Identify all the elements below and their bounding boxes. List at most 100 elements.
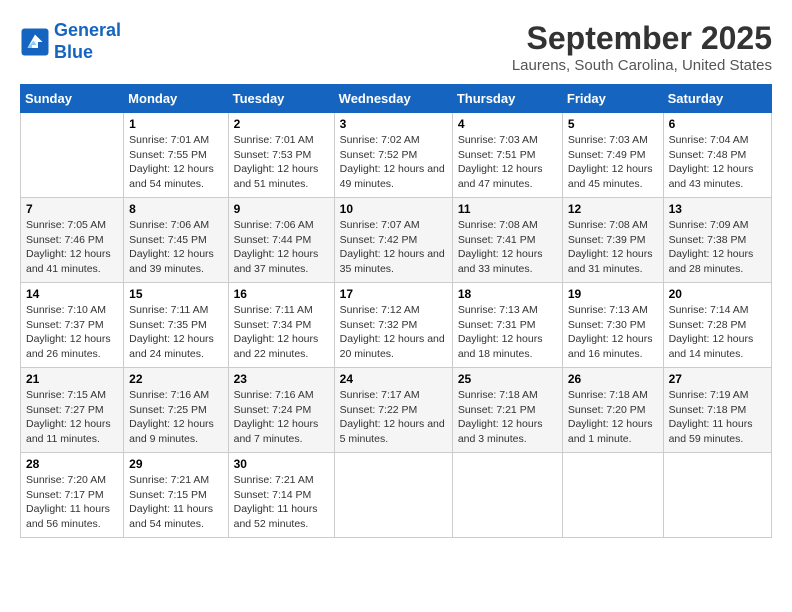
day-number: 3 xyxy=(340,117,447,131)
day-info: Sunrise: 7:11 AM Sunset: 7:34 PM Dayligh… xyxy=(234,303,329,362)
daylight-text: Daylight: 12 hours and 47 minutes. xyxy=(458,163,543,190)
month-title: September 2025 xyxy=(512,20,772,57)
sunrise-text: Sunrise: 7:21 AM xyxy=(234,474,314,486)
day-number: 9 xyxy=(234,202,329,216)
sunrise-text: Sunrise: 7:07 AM xyxy=(340,219,420,231)
sunset-text: Sunset: 7:20 PM xyxy=(568,404,646,416)
day-number: 12 xyxy=(568,202,658,216)
day-info: Sunrise: 7:06 AM Sunset: 7:44 PM Dayligh… xyxy=(234,218,329,277)
calendar-cell: 6 Sunrise: 7:04 AM Sunset: 7:48 PM Dayli… xyxy=(663,113,771,198)
day-info: Sunrise: 7:03 AM Sunset: 7:49 PM Dayligh… xyxy=(568,133,658,192)
day-info: Sunrise: 7:11 AM Sunset: 7:35 PM Dayligh… xyxy=(129,303,222,362)
sunset-text: Sunset: 7:17 PM xyxy=(26,489,104,501)
sunrise-text: Sunrise: 7:11 AM xyxy=(234,304,313,316)
calendar-cell: 8 Sunrise: 7:06 AM Sunset: 7:45 PM Dayli… xyxy=(124,198,228,283)
calendar-cell: 15 Sunrise: 7:11 AM Sunset: 7:35 PM Dayl… xyxy=(124,283,228,368)
day-info: Sunrise: 7:03 AM Sunset: 7:51 PM Dayligh… xyxy=(458,133,557,192)
day-info: Sunrise: 7:09 AM Sunset: 7:38 PM Dayligh… xyxy=(669,218,766,277)
day-info: Sunrise: 7:18 AM Sunset: 7:21 PM Dayligh… xyxy=(458,388,557,447)
day-info: Sunrise: 7:12 AM Sunset: 7:32 PM Dayligh… xyxy=(340,303,447,362)
day-number: 25 xyxy=(458,372,557,386)
sunset-text: Sunset: 7:24 PM xyxy=(234,404,312,416)
day-info: Sunrise: 7:18 AM Sunset: 7:20 PM Dayligh… xyxy=(568,388,658,447)
logo: General Blue xyxy=(20,20,121,63)
location: Laurens, South Carolina, United States xyxy=(512,57,772,74)
sunrise-text: Sunrise: 7:01 AM xyxy=(129,134,209,146)
daylight-text: Daylight: 12 hours and 49 minutes. xyxy=(340,163,445,190)
sunrise-text: Sunrise: 7:11 AM xyxy=(129,304,208,316)
day-number: 27 xyxy=(669,372,766,386)
sunset-text: Sunset: 7:30 PM xyxy=(568,319,646,331)
day-info: Sunrise: 7:21 AM Sunset: 7:15 PM Dayligh… xyxy=(129,473,222,532)
logo-text: General Blue xyxy=(54,20,121,63)
sunset-text: Sunset: 7:25 PM xyxy=(129,404,207,416)
sunset-text: Sunset: 7:38 PM xyxy=(669,234,747,246)
day-number: 2 xyxy=(234,117,329,131)
day-info: Sunrise: 7:16 AM Sunset: 7:25 PM Dayligh… xyxy=(129,388,222,447)
sunrise-text: Sunrise: 7:13 AM xyxy=(458,304,538,316)
daylight-text: Daylight: 12 hours and 20 minutes. xyxy=(340,333,445,360)
daylight-text: Daylight: 12 hours and 54 minutes. xyxy=(129,163,214,190)
weekday-header-wednesday: Wednesday xyxy=(334,85,452,113)
calendar-cell: 23 Sunrise: 7:16 AM Sunset: 7:24 PM Dayl… xyxy=(228,368,334,453)
day-info: Sunrise: 7:10 AM Sunset: 7:37 PM Dayligh… xyxy=(26,303,118,362)
calendar-cell: 17 Sunrise: 7:12 AM Sunset: 7:32 PM Dayl… xyxy=(334,283,452,368)
day-number: 17 xyxy=(340,287,447,301)
logo-icon xyxy=(20,27,50,57)
calendar-cell: 22 Sunrise: 7:16 AM Sunset: 7:25 PM Dayl… xyxy=(124,368,228,453)
weekday-header-sunday: Sunday xyxy=(21,85,124,113)
daylight-text: Daylight: 12 hours and 9 minutes. xyxy=(129,418,214,445)
sunset-text: Sunset: 7:27 PM xyxy=(26,404,104,416)
calendar-week-row: 1 Sunrise: 7:01 AM Sunset: 7:55 PM Dayli… xyxy=(21,113,772,198)
sunrise-text: Sunrise: 7:16 AM xyxy=(234,389,314,401)
day-info: Sunrise: 7:07 AM Sunset: 7:42 PM Dayligh… xyxy=(340,218,447,277)
sunset-text: Sunset: 7:22 PM xyxy=(340,404,418,416)
day-number: 19 xyxy=(568,287,658,301)
calendar-cell: 30 Sunrise: 7:21 AM Sunset: 7:14 PM Dayl… xyxy=(228,453,334,538)
day-info: Sunrise: 7:01 AM Sunset: 7:55 PM Dayligh… xyxy=(129,133,222,192)
day-info: Sunrise: 7:21 AM Sunset: 7:14 PM Dayligh… xyxy=(234,473,329,532)
day-info: Sunrise: 7:17 AM Sunset: 7:22 PM Dayligh… xyxy=(340,388,447,447)
sunset-text: Sunset: 7:53 PM xyxy=(234,149,312,161)
sunset-text: Sunset: 7:45 PM xyxy=(129,234,207,246)
sunrise-text: Sunrise: 7:15 AM xyxy=(26,389,106,401)
day-info: Sunrise: 7:08 AM Sunset: 7:41 PM Dayligh… xyxy=(458,218,557,277)
day-info: Sunrise: 7:13 AM Sunset: 7:30 PM Dayligh… xyxy=(568,303,658,362)
sunrise-text: Sunrise: 7:14 AM xyxy=(669,304,749,316)
daylight-text: Daylight: 12 hours and 35 minutes. xyxy=(340,248,445,275)
day-number: 21 xyxy=(26,372,118,386)
sunrise-text: Sunrise: 7:02 AM xyxy=(340,134,420,146)
day-number: 22 xyxy=(129,372,222,386)
day-number: 13 xyxy=(669,202,766,216)
day-number: 10 xyxy=(340,202,447,216)
page-header: General Blue September 2025 Laurens, Sou… xyxy=(20,20,772,74)
day-info: Sunrise: 7:14 AM Sunset: 7:28 PM Dayligh… xyxy=(669,303,766,362)
calendar-cell: 11 Sunrise: 7:08 AM Sunset: 7:41 PM Dayl… xyxy=(452,198,562,283)
daylight-text: Daylight: 12 hours and 7 minutes. xyxy=(234,418,319,445)
daylight-text: Daylight: 12 hours and 39 minutes. xyxy=(129,248,214,275)
sunset-text: Sunset: 7:31 PM xyxy=(458,319,536,331)
day-number: 23 xyxy=(234,372,329,386)
day-info: Sunrise: 7:16 AM Sunset: 7:24 PM Dayligh… xyxy=(234,388,329,447)
weekday-header-thursday: Thursday xyxy=(452,85,562,113)
sunrise-text: Sunrise: 7:10 AM xyxy=(26,304,106,316)
sunset-text: Sunset: 7:34 PM xyxy=(234,319,312,331)
calendar-cell xyxy=(562,453,663,538)
day-info: Sunrise: 7:04 AM Sunset: 7:48 PM Dayligh… xyxy=(669,133,766,192)
day-info: Sunrise: 7:13 AM Sunset: 7:31 PM Dayligh… xyxy=(458,303,557,362)
sunrise-text: Sunrise: 7:12 AM xyxy=(340,304,420,316)
day-info: Sunrise: 7:01 AM Sunset: 7:53 PM Dayligh… xyxy=(234,133,329,192)
sunset-text: Sunset: 7:35 PM xyxy=(129,319,207,331)
sunrise-text: Sunrise: 7:05 AM xyxy=(26,219,106,231)
day-number: 29 xyxy=(129,457,222,471)
calendar-cell xyxy=(663,453,771,538)
calendar-week-row: 28 Sunrise: 7:20 AM Sunset: 7:17 PM Dayl… xyxy=(21,453,772,538)
sunrise-text: Sunrise: 7:16 AM xyxy=(129,389,209,401)
sunset-text: Sunset: 7:32 PM xyxy=(340,319,418,331)
daylight-text: Daylight: 12 hours and 26 minutes. xyxy=(26,333,111,360)
day-number: 15 xyxy=(129,287,222,301)
calendar-cell: 21 Sunrise: 7:15 AM Sunset: 7:27 PM Dayl… xyxy=(21,368,124,453)
calendar-cell: 13 Sunrise: 7:09 AM Sunset: 7:38 PM Dayl… xyxy=(663,198,771,283)
sunrise-text: Sunrise: 7:13 AM xyxy=(568,304,648,316)
sunset-text: Sunset: 7:37 PM xyxy=(26,319,104,331)
